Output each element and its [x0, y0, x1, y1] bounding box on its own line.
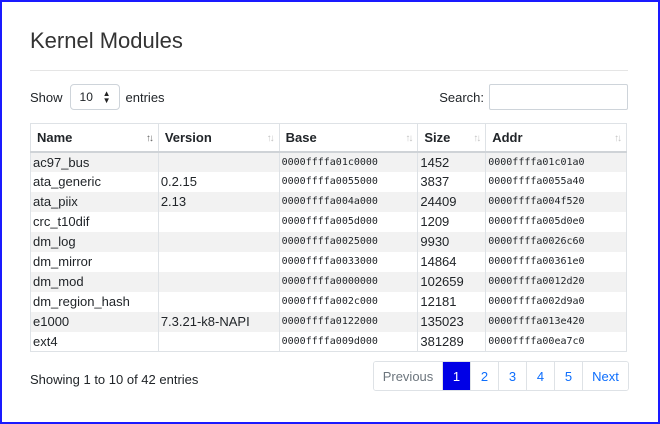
entries-select[interactable]: 10 ▲ ▼	[69, 84, 120, 110]
column-header-base[interactable]: Base ↑↓	[278, 123, 419, 153]
cell-version	[157, 291, 280, 312]
sort-icon: ↑↓	[266, 133, 275, 144]
cell-version	[157, 331, 280, 352]
table-header-row: Name ↑↓ Version ↑↓ Base ↑↓ Size ↑↓ Addr ↑↓	[30, 123, 627, 153]
cell-base: 0000ffffa0033000	[278, 251, 419, 272]
cell-name: e1000	[30, 311, 159, 332]
length-control: Show 10 ▲ ▼ entries	[30, 84, 165, 110]
entries-label: entries	[125, 89, 165, 105]
sort-icon: ↑↓	[614, 133, 622, 144]
sort-icon: ↑↓	[473, 133, 481, 144]
column-header-name[interactable]: Name ↑↓	[30, 123, 159, 153]
previous-button[interactable]: Previous	[374, 362, 442, 390]
cell-size: 14864	[417, 251, 487, 272]
page-button-2[interactable]: 2	[470, 362, 498, 390]
cell-base: 0000ffffa009d000	[278, 331, 419, 352]
table-row: ata_piix 2.13 0000ffffa004a000 24409 0000fff…	[30, 191, 627, 212]
cell-version: 0.2.15	[157, 171, 280, 192]
page-button-4[interactable]: 4	[526, 362, 554, 390]
cell-version	[157, 251, 280, 272]
cell-size: 381289	[417, 331, 487, 352]
cell-size: 3837	[417, 171, 487, 192]
entries-select-value: 10	[79, 90, 93, 104]
modules-table: Name ↑↓ Version ↑↓ Base ↑↓ Size ↑↓ Addr ↑↓ ac…	[30, 123, 627, 352]
cell-base: 0000ffffa0000000	[278, 271, 419, 292]
page-button-1[interactable]: 1	[442, 362, 470, 390]
table-row: dm_mirror 0000ffffa0033000 14864 0000ffffa0…	[30, 251, 627, 272]
cell-size: 135023	[417, 311, 487, 332]
column-header-size[interactable]: Size ↑↓	[417, 123, 487, 153]
column-header-version[interactable]: Version ↑↓	[157, 123, 280, 153]
page-button-5[interactable]: 5	[554, 362, 582, 390]
select-arrows-icon: ▲ ▼	[102, 89, 111, 105]
cell-version	[157, 211, 280, 232]
cell-name: dm_region_hash	[30, 291, 159, 312]
cell-addr: 0000ffffa013e420	[485, 311, 627, 332]
cell-name: ata_generic	[30, 171, 159, 192]
cell-size: 24409	[417, 191, 487, 212]
pagination: Previous 1 2 3 4 5 Next	[373, 361, 629, 391]
search-label: Search:	[439, 89, 484, 105]
cell-version: 2.13	[157, 191, 280, 212]
cell-version	[157, 271, 280, 292]
next-button[interactable]: Next	[582, 362, 628, 390]
cell-addr: 0000ffffa0012d20	[485, 271, 627, 292]
cell-size: 1209	[417, 211, 487, 232]
cell-addr: 0000ffffa004f520	[485, 191, 627, 212]
cell-version	[157, 231, 280, 252]
page-title: Kernel Modules	[30, 28, 183, 53]
sort-ascending-icon: ↑↓	[145, 133, 154, 144]
cell-size: 12181	[417, 291, 487, 312]
cell-base: 0000ffffa0122000	[278, 311, 419, 332]
cell-addr: 0000ffffa00361e0	[485, 251, 627, 272]
cell-name: ata_piix	[30, 191, 159, 212]
cell-name: dm_mod	[30, 271, 159, 292]
sort-icon: ↑↓	[405, 133, 413, 144]
cell-size: 1452	[417, 151, 487, 172]
cell-name: crc_t10dif	[30, 211, 159, 232]
table-row: ac97_bus 0000ffffa01c0000 1452 0000ffffa01c…	[30, 151, 627, 172]
cell-size: 9930	[417, 231, 487, 252]
cell-base: 0000ffffa002c000	[278, 291, 419, 312]
search-control: Search:	[439, 84, 628, 110]
page-button-3[interactable]: 3	[498, 362, 526, 390]
cell-name: dm_mirror	[30, 251, 159, 272]
cell-base: 0000ffffa01c0000	[278, 151, 419, 172]
cell-size: 102659	[417, 271, 487, 292]
cell-name: ac97_bus	[30, 151, 159, 172]
table-row: e1000 7.3.21-k8-NAPI 0000ffffa0122000 13502…	[30, 311, 627, 332]
cell-name: dm_log	[30, 231, 159, 252]
cell-base: 0000ffffa004a000	[278, 191, 419, 212]
table-row: dm_region_hash 0000ffffa002c000 12181 0000f…	[30, 291, 627, 312]
cell-addr: 0000ffffa0026c60	[485, 231, 627, 252]
cell-base: 0000ffffa0025000	[278, 231, 419, 252]
table-row: crc_t10dif 0000ffffa005d000 1209 0000ffffa0…	[30, 211, 627, 232]
title-divider	[30, 70, 628, 71]
search-input[interactable]	[489, 84, 628, 110]
cell-version	[157, 151, 280, 172]
cell-base: 0000ffffa005d000	[278, 211, 419, 232]
cell-addr: 0000ffffa01c01a0	[485, 151, 627, 172]
table-row: dm_mod 0000ffffa0000000 102659 0000ffffa001…	[30, 271, 627, 292]
table-row: ext4 0000ffffa009d000 381289 0000ffffa00ea7…	[30, 331, 627, 352]
cell-version: 7.3.21-k8-NAPI	[157, 311, 280, 332]
cell-addr: 0000ffffa00ea7c0	[485, 331, 627, 352]
cell-addr: 0000ffffa002d9a0	[485, 291, 627, 312]
table-info: Showing 1 to 10 of 42 entries	[30, 372, 199, 387]
show-label: Show	[30, 89, 63, 105]
table-row: ata_generic 0.2.15 0000ffffa0055000 3837 000…	[30, 171, 627, 192]
cell-base: 0000ffffa0055000	[278, 171, 419, 192]
cell-name: ext4	[30, 331, 159, 352]
table-row: dm_log 0000ffffa0025000 9930 0000ffffa0026c…	[30, 231, 627, 252]
column-header-addr[interactable]: Addr ↑↓	[485, 123, 627, 153]
cell-addr: 0000ffffa005d0e0	[485, 211, 627, 232]
cell-addr: 0000ffffa0055a40	[485, 171, 627, 192]
